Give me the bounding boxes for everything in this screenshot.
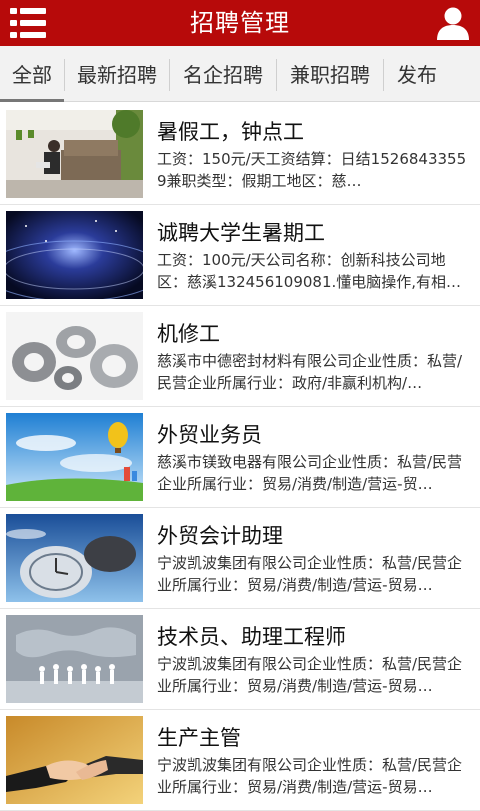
job-description: 工资：150元/天工资结算：日结15268433559兼职类型：假期工地区：慈… <box>157 150 467 190</box>
list-item[interactable]: 暑假工，钟点工 工资：150元/天工资结算：日结15268433559兼职类型：… <box>0 104 480 205</box>
list-item[interactable]: 技术员、助理工程师 宁波凯波集团有限公司企业性质：私营/民营企业所属行业：贸易/… <box>0 609 480 710</box>
tab-latest[interactable]: 最新招聘 <box>65 46 169 102</box>
job-title: 诚聘大学生暑期工 <box>157 221 325 245</box>
handshake-photo <box>6 716 143 804</box>
tab-all[interactable]: 全部 <box>0 46 64 102</box>
top-bar: 招聘管理 <box>0 0 480 46</box>
job-description: 宁波凯波集团有限公司企业性质：私营/民营企业所属行业：贸易/消费/制造/营运-贸… <box>157 655 463 695</box>
job-title: 生产主管 <box>157 726 241 750</box>
category-tabs: 全部 最新招聘 名企招聘 兼职招聘 发布 <box>0 46 480 102</box>
tab-publish[interactable]: 发布 <box>384 46 450 102</box>
job-title: 技术员、助理工程师 <box>157 625 346 649</box>
list-item[interactable]: 机修工 慈溪市中德密封材料有限公司企业性质：私营/民营企业所属行业：政府/非赢利… <box>0 306 480 407</box>
job-title: 暑假工，钟点工 <box>157 120 304 144</box>
list-item[interactable]: 生产主管 宁波凯波集团有限公司企业性质：私营/民营企业所属行业：贸易/消费/制造… <box>0 710 480 811</box>
job-description: 宁波凯波集团有限公司企业性质：私营/民营企业所属行业：贸易/消费/制造/营运-贸… <box>157 554 463 594</box>
job-title: 外贸会计助理 <box>157 524 283 548</box>
list-item[interactable]: 外贸会计助理 宁波凯波集团有限公司企业性质：私营/民营企业所属行业：贸易/消费/… <box>0 508 480 609</box>
living-room-photo <box>6 110 143 198</box>
page-title: 招聘管理 <box>190 9 290 37</box>
tab-part-time[interactable]: 兼职招聘 <box>277 46 383 102</box>
user-icon[interactable] <box>434 4 472 42</box>
metal-seal-rings-photo <box>6 312 143 400</box>
people-world-map-photo <box>6 615 143 703</box>
hot-air-balloon-photo <box>6 413 143 501</box>
job-description: 慈溪市中德密封材料有限公司企业性质：私营/民营企业所属行业：政府/非赢利机构/… <box>157 352 463 392</box>
job-description: 慈溪市镁致电器有限公司企业性质：私营/民营企业所属行业：贸易/消费/制造/营运-… <box>157 453 463 493</box>
globe-clock-photo <box>6 514 143 602</box>
list-item[interactable]: 外贸业务员 慈溪市镁致电器有限公司企业性质：私营/民营企业所属行业：贸易/消费/… <box>0 407 480 508</box>
job-title: 机修工 <box>157 322 220 346</box>
space-planet-photo <box>6 211 143 299</box>
job-title: 外贸业务员 <box>157 423 262 447</box>
tab-famous-companies[interactable]: 名企招聘 <box>170 46 276 102</box>
job-description: 工资：100元/天公司名称：创新科技公司地区：慈溪132456109081.懂电… <box>157 251 462 291</box>
list-item[interactable]: 诚聘大学生暑期工 工资：100元/天公司名称：创新科技公司地区：慈溪132456… <box>0 205 480 306</box>
job-description: 宁波凯波集团有限公司企业性质：私营/民营企业所属行业：贸易/消费/制造/营运-贸… <box>157 756 463 796</box>
